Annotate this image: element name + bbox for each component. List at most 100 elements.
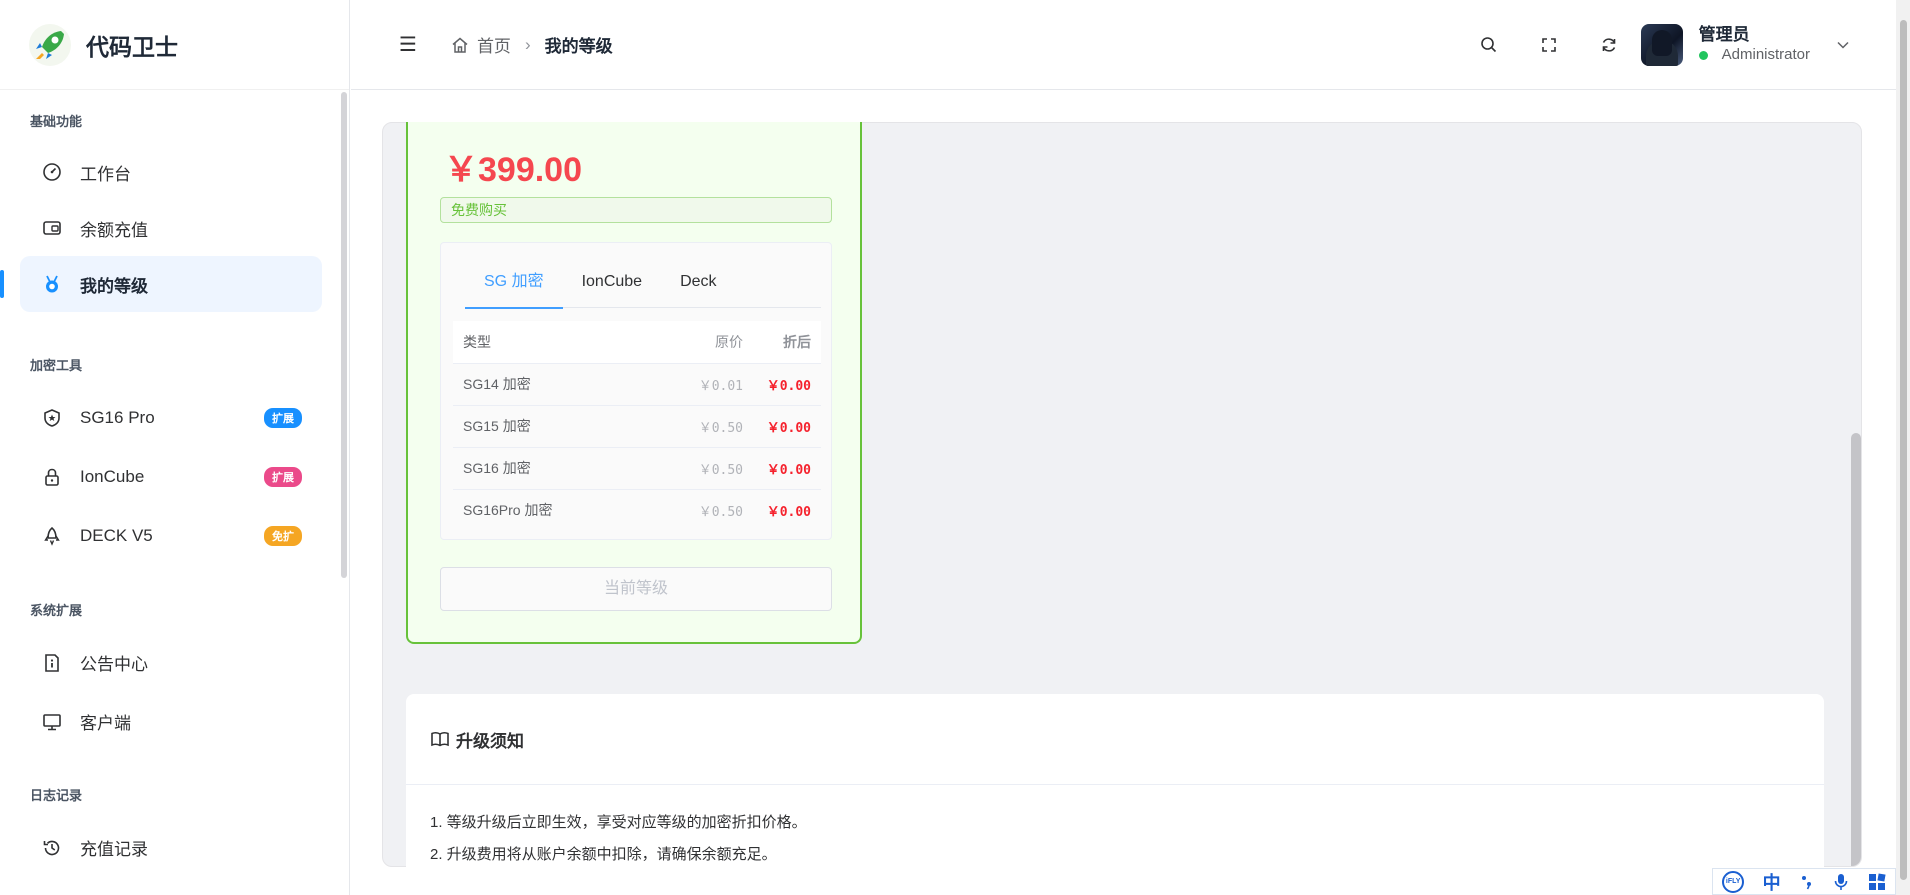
menu-group-logs: 日志记录 充值记录 bbox=[0, 786, 349, 877]
upgrade-notice-card: 升级须知 1. 等级升级后立即生效，享受对应等级的加密折扣价格。 2. 升级费用… bbox=[406, 694, 1824, 867]
user-info[interactable]: 管理员 Administrator bbox=[1698, 25, 1810, 65]
row-type: SG16Pro 加密 bbox=[463, 502, 553, 519]
notice-header: 升级须知 bbox=[406, 694, 1824, 785]
wallet-icon bbox=[43, 221, 61, 235]
table-row: SG15 加密 ￥0.50 ￥0.00 bbox=[453, 405, 821, 448]
ime-logo[interactable]: iFLY bbox=[1722, 870, 1745, 893]
notice-line: 2. 升级费用将从账户余额中扣除，请确保余额充足。 bbox=[430, 846, 777, 863]
table-header-row: 类型 原价 折后 bbox=[453, 321, 821, 364]
ime-mode[interactable]: 中 bbox=[1763, 869, 1781, 895]
breadcrumb-current: 我的等级 bbox=[544, 37, 613, 56]
menu-group-title: 日志记录 bbox=[30, 788, 83, 803]
current-level-button[interactable]: 当前等级 bbox=[440, 567, 832, 611]
avatar[interactable] bbox=[1640, 24, 1683, 66]
extension-badge: 扩展 bbox=[264, 407, 302, 428]
shield-icon bbox=[44, 408, 60, 427]
breadcrumb-home[interactable]: 首页 bbox=[451, 32, 511, 57]
sidebar-item-sg16-pro[interactable]: SG16 Pro 扩展 bbox=[20, 388, 322, 447]
user-name: 管理员 bbox=[1698, 25, 1750, 44]
column-header-type: 类型 bbox=[453, 321, 643, 364]
page-scrollbar-thumb[interactable] bbox=[1900, 20, 1907, 880]
extension-badge: 扩展 bbox=[264, 466, 302, 487]
row-type: SG15 加密 bbox=[453, 405, 643, 448]
notice-body: 1. 等级升级后立即生效，享受对应等级的加密折扣价格。 2. 升级费用将从账户余… bbox=[406, 785, 1824, 867]
content-scrollbar[interactable] bbox=[1851, 433, 1861, 866]
menu-group-system: 系统扩展 公告中心 客户端 bbox=[0, 601, 349, 751]
price-table: 类型 原价 折后 SG14 加密 ￥0.01 ￥0.00 SG15 加密 ￥0.… bbox=[453, 321, 821, 531]
sidebar-item-ioncube[interactable]: IonCube 扩展 bbox=[20, 447, 322, 506]
table-row: SG16 加密 ￥0.50 ￥0.00 bbox=[453, 447, 821, 490]
sidebar-item-my-level[interactable]: 我的等级 bbox=[0, 256, 322, 312]
column-header-original: 原价 bbox=[643, 321, 743, 364]
lock-icon bbox=[45, 468, 59, 486]
free-extension-badge: 免扩 bbox=[264, 525, 302, 546]
row-discounted-price: ￥0.00 bbox=[743, 447, 821, 490]
notice-line: 1. 等级升级后立即生效，享受对应等级的加密折扣价格。 bbox=[430, 814, 807, 831]
menu-group-basic: 基础功能 工作台 余额充值 我的等级 bbox=[0, 112, 349, 312]
notice-icon bbox=[45, 653, 59, 672]
row-type: SG16 加密 bbox=[453, 447, 643, 490]
sidebar-item-label: 公告中心 bbox=[80, 655, 148, 674]
row-discounted-price: ￥0.00 bbox=[743, 363, 821, 406]
home-icon bbox=[452, 37, 468, 53]
user-role: Administrator bbox=[1698, 45, 1810, 65]
dashboard-icon bbox=[43, 163, 61, 181]
encryption-tabs: SG 加密 IonCube Deck bbox=[465, 271, 821, 309]
level-price: ￥399.00 bbox=[444, 151, 582, 189]
notice-title: 升级须知 bbox=[456, 731, 524, 751]
breadcrumb: 首页 › 我的等级 bbox=[451, 32, 613, 57]
sidebar-item-recharge[interactable]: 余额充值 bbox=[20, 200, 322, 256]
tab-ioncube[interactable]: IonCube bbox=[563, 271, 662, 308]
breadcrumb-separator: › bbox=[524, 34, 531, 54]
search-icon[interactable] bbox=[1479, 35, 1499, 55]
top-header: ☰ 首页 › 我的等级 管理员 Administrator bbox=[351, 0, 1910, 90]
sidebar-item-recharge-records[interactable]: 充值记录 bbox=[20, 818, 322, 877]
sidebar-item-client[interactable]: 客户端 bbox=[20, 692, 322, 751]
app-name: 代码卫士 bbox=[86, 33, 178, 60]
history-icon bbox=[43, 840, 60, 855]
row-original-price: ￥0.01 bbox=[643, 363, 743, 406]
menu-group-title: 基础功能 bbox=[30, 114, 83, 129]
menu-toggle-icon[interactable]: ☰ bbox=[399, 32, 417, 57]
sidebar-item-label: DECK V5 bbox=[80, 525, 153, 545]
refresh-icon[interactable] bbox=[1599, 35, 1619, 55]
rocket-icon bbox=[44, 526, 60, 546]
app-root: 代码卫士 基础功能 工作台 余额充值 我的等级 加密工具 SG16 Pro 扩展… bbox=[0, 0, 1910, 895]
row-original-price: ￥0.50 bbox=[643, 405, 743, 448]
sidebar: 代码卫士 基础功能 工作台 余额充值 我的等级 加密工具 SG16 Pro 扩展… bbox=[0, 0, 350, 895]
online-status-dot bbox=[1698, 50, 1708, 60]
discount-tab-panel: SG 加密 IonCube Deck 类型 原价 折后 SG14 加密 ￥0.0… bbox=[440, 242, 832, 540]
sidebar-item-deck-v5[interactable]: DECK V5 免扩 bbox=[20, 506, 322, 565]
tab-deck[interactable]: Deck bbox=[661, 271, 735, 308]
sidebar-item-dashboard[interactable]: 工作台 bbox=[20, 144, 322, 200]
sidebar-item-label: IonCube bbox=[80, 466, 145, 486]
table-row: SG14 加密 ￥0.01 ￥0.00 bbox=[453, 363, 821, 406]
user-role-label: Administrator bbox=[1721, 46, 1810, 63]
medal-icon bbox=[46, 275, 58, 293]
sidebar-item-label: 我的等级 bbox=[80, 276, 148, 296]
sidebar-scrollbar[interactable] bbox=[341, 92, 347, 578]
row-original-price: ￥0.50 bbox=[643, 447, 743, 490]
table-row: SG16Pro 加密 ￥0.50 ￥0.00 bbox=[453, 489, 821, 531]
ime-toolbar: iFLY 中 bbox=[1712, 868, 1896, 895]
tab-sg-encrypt[interactable]: SG 加密 bbox=[465, 271, 563, 309]
row-type: SG14 加密 bbox=[453, 363, 643, 406]
breadcrumb-home-label: 首页 bbox=[476, 37, 511, 56]
sidebar-item-notice-center[interactable]: 公告中心 bbox=[20, 633, 322, 692]
chevron-down-icon[interactable] bbox=[1836, 38, 1850, 52]
sidebar-item-label: SG16 Pro bbox=[80, 407, 155, 427]
book-icon bbox=[431, 732, 449, 747]
sidebar-item-label: 客户端 bbox=[80, 714, 131, 733]
punctuation-icon[interactable] bbox=[1799, 874, 1815, 890]
microphone-icon[interactable] bbox=[1833, 873, 1849, 891]
sidebar-item-label: 余额充值 bbox=[80, 220, 148, 240]
monitor-icon bbox=[43, 713, 61, 730]
app-logo[interactable]: 代码卫士 bbox=[0, 0, 349, 90]
apps-grid-icon[interactable] bbox=[1868, 872, 1886, 891]
fullscreen-icon[interactable] bbox=[1539, 35, 1559, 55]
row-discounted-price: ￥0.00 bbox=[766, 504, 811, 520]
header-tools: 管理员 Administrator bbox=[1479, 0, 1850, 90]
sidebar-item-label: 工作台 bbox=[80, 164, 131, 184]
column-header-discounted: 折后 bbox=[743, 321, 821, 364]
rocket-logo-icon bbox=[29, 23, 71, 66]
